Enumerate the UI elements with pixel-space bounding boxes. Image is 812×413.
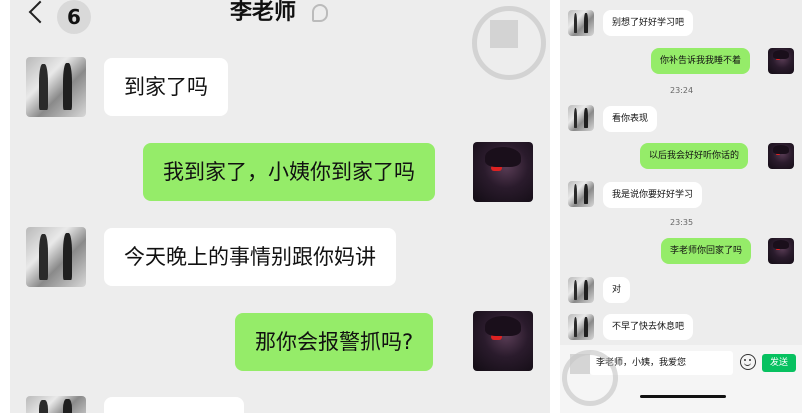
message-bubble-outgoing: 我到家了，小姨你到家了吗	[143, 143, 435, 201]
ear-icon	[312, 4, 328, 22]
message-bubble-outgoing: 那你会报警抓吗?	[235, 313, 434, 371]
watermark-block	[490, 20, 518, 48]
avatar-teacher[interactable]	[568, 10, 594, 36]
message-bubble-outgoing: 李老师你回家了吗	[661, 238, 752, 264]
avatar-teacher[interactable]	[568, 314, 594, 340]
avatar-teacher[interactable]	[26, 57, 86, 117]
message-bubble-incoming: 我是说你要好好学习	[603, 182, 703, 208]
send-button[interactable]: 发送	[762, 354, 796, 372]
watermark-block	[570, 354, 590, 374]
avatar-teacher[interactable]	[26, 227, 86, 287]
chat-header: 6 李老师	[10, 0, 550, 36]
message-bubble-incoming: 到家了吗	[104, 58, 228, 116]
message-bubble-incoming: 别想了好好学习吧	[603, 10, 694, 36]
smiley-icon[interactable]	[740, 354, 756, 370]
avatar-teacher[interactable]	[568, 181, 594, 207]
message-bubble-outgoing: 你补告诉我我睡不着	[651, 48, 751, 74]
avatar-teacher[interactable]	[568, 277, 594, 303]
avatar-self[interactable]	[473, 142, 533, 202]
message-bubble-outgoing: 以后我会好好听你话的	[640, 143, 749, 169]
left-chat-screenshot: 6 李老师 到家了吗 我到家了，小姨你到家了吗 今天晚上的事情别跟你妈讲 那你会…	[10, 0, 550, 413]
message-bubble-incoming: 看你表现	[603, 106, 658, 132]
home-indicator	[640, 395, 726, 398]
avatar-self[interactable]	[768, 143, 794, 169]
avatar-teacher[interactable]	[568, 105, 594, 131]
message-bubble-incoming-partial	[104, 397, 244, 413]
message-bubble-incoming: 对	[603, 277, 631, 303]
unread-count-badge: 6	[57, 0, 91, 34]
avatar-self[interactable]	[768, 48, 794, 74]
message-bubble-incoming: 今天晚上的事情别跟你妈讲	[104, 228, 396, 286]
avatar-self[interactable]	[768, 238, 794, 264]
contact-name: 李老师	[230, 0, 297, 25]
timestamp: 23:24	[670, 86, 694, 95]
avatar-teacher[interactable]	[26, 396, 86, 413]
timestamp: 23:35	[670, 218, 694, 227]
right-chat-screenshot: 别想了好好学习吧 你补告诉我我睡不着 23:24 看你表现 以后我会好好听你话的…	[560, 0, 802, 413]
back-chevron-icon[interactable]	[28, 0, 52, 24]
avatar-self[interactable]	[473, 311, 533, 371]
message-bubble-incoming: 不早了快去休息吧	[603, 314, 694, 340]
